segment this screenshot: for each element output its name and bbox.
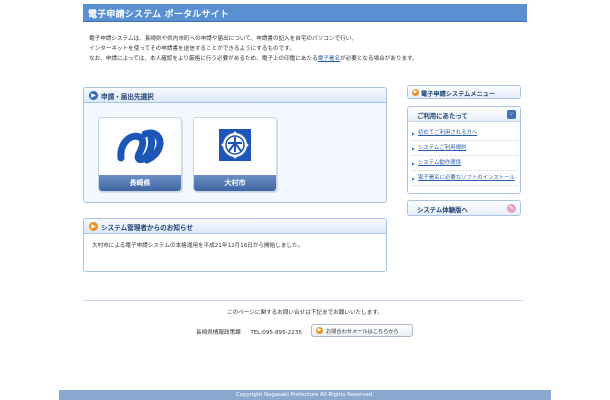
panel-title: 申請・届出先選択 — [101, 93, 154, 101]
usage-menu-title: ご利用にあたって — [417, 112, 468, 120]
site-title: 電子申請システム ポータルサイト — [88, 10, 230, 20]
intro-line-3-post: が必要となる場合があります。 — [340, 56, 418, 62]
tile-label: 大村市 — [194, 175, 276, 191]
contact-phone: TEL:095-895-2235 — [250, 330, 302, 336]
digital-signature-link[interactable]: 電子署名 — [318, 56, 340, 62]
arrow-circle-icon: ▶ — [89, 222, 98, 231]
usage-menu: ご利用にあたって ☞ 初めてご利用される方へ システムご利用規約 システム動作環… — [407, 106, 521, 194]
intro-line-3: なお、申請によっては、本人確認をより厳格に行う必要があるため、電子上の印鑑にあた… — [89, 54, 525, 64]
usage-menu-header: ご利用にあたって ☞ — [408, 107, 520, 122]
panel-header: ▶ 申請・届出先選択 — [84, 88, 386, 103]
intro-line-3-pre: なお、申請によっては、本人確認をより厳格に行う必要があるため、電子上の印鑑にあた… — [89, 56, 318, 62]
intro-line-1: 電子申請システムは、長崎県や県内市町への申請や届出について、申請書の記入を自宅の… — [89, 36, 357, 42]
intro-text: 電子申請システムは、長崎県や県内市町への申請や届出について、申請書の記入を自宅の… — [89, 34, 525, 64]
link-system-requirements[interactable]: システム動作環境 — [412, 159, 518, 171]
tile-omura[interactable]: 大村市 — [193, 117, 277, 192]
link-terms-of-use[interactable]: システムご利用規約 — [412, 144, 518, 156]
contact-mail-button[interactable]: ▶ お問合わせメールはこちらから — [311, 324, 413, 337]
arrow-circle-icon: ▶ — [412, 89, 419, 96]
divider — [83, 300, 523, 301]
panel-title: システム管理者からのお知らせ — [101, 224, 193, 232]
arrow-circle-icon: ▶ — [316, 327, 323, 334]
tile-nagasaki[interactable]: 長崎県 — [98, 117, 182, 192]
trial-button-label: システム体験版へ — [417, 206, 468, 214]
system-menu-title: ▶ 電子申請システムメニュー — [407, 85, 521, 99]
system-trial-button[interactable]: システム体験版へ ✎ — [407, 200, 521, 216]
footer: Copyright Nagasaki Prefecture All Rights… — [59, 390, 551, 400]
menu-title-text: 電子申請システムメニュー — [421, 91, 496, 98]
pointing-hand-icon: ☞ — [507, 110, 516, 119]
panel-header: ▶ システム管理者からのお知らせ — [84, 219, 386, 234]
site-header: 電子申請システム ポータルサイト — [83, 4, 527, 22]
notice-text: 大村市による電子申請システムの本格運用を平成21年12月16日から開始しました。 — [92, 243, 304, 249]
application-destination-panel: ▶ 申請・届出先選択 長崎県 大村市 — [83, 87, 387, 203]
contact-department: 長崎県情報政策課 — [196, 330, 241, 336]
tile-label: 長崎県 — [99, 175, 181, 191]
menu-links: 初めてご利用される方へ システムご利用規約 システム動作環境 電子署名に必要なソ… — [412, 129, 518, 189]
nagasaki-prefecture-emblem-icon — [99, 118, 181, 175]
pen-icon: ✎ — [507, 204, 516, 213]
contact-button-label: お問合わせメールはこちらから — [326, 329, 399, 335]
intro-line-2: インターネットを使ってその申請書を送信することができるようにするものです。 — [89, 46, 295, 52]
omura-city-emblem-icon — [194, 118, 276, 175]
link-signature-software-install[interactable]: 電子署名に必要なソフトのインストール — [412, 174, 518, 186]
admin-notice-panel: ▶ システム管理者からのお知らせ 大村市による電子申請システムの本格運用を平成2… — [83, 218, 387, 272]
contact-note: このページに関するお問い合せは下記までお願いいたします。 — [227, 310, 383, 316]
copyright-text: Copyright Nagasaki Prefecture All Rights… — [236, 392, 374, 398]
contact-org: 長崎県情報政策課 TEL:095-895-2235 — [196, 328, 302, 336]
arrow-circle-icon: ▶ — [89, 91, 98, 100]
link-first-time-users[interactable]: 初めてご利用される方へ — [412, 129, 518, 141]
